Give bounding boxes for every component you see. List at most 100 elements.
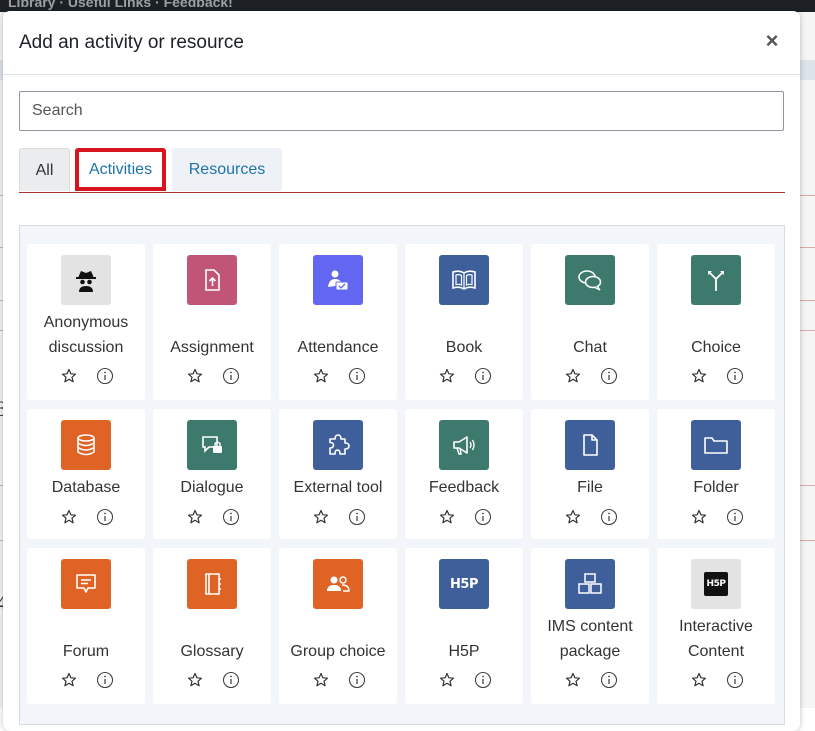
- activity-card-file[interactable]: File: [531, 409, 649, 539]
- activity-name: External tool: [293, 479, 383, 496]
- activity-card-dialogue[interactable]: Dialogue: [153, 409, 271, 539]
- activity-card-anonymous-discussion[interactable]: Anonymous discussion: [27, 244, 145, 400]
- background-nav-text: Library · Useful Links · Feedback!: [8, 0, 233, 10]
- tab-all[interactable]: All: [19, 148, 70, 191]
- activity-name: Forum: [62, 643, 110, 660]
- star-icon[interactable]: [187, 672, 203, 688]
- star-icon[interactable]: [313, 672, 329, 688]
- file-icon: [565, 420, 615, 470]
- star-icon[interactable]: [313, 368, 329, 384]
- info-icon[interactable]: [600, 671, 618, 689]
- book-icon: [439, 255, 489, 305]
- activity-card-h5p[interactable]: H5P H5P: [405, 548, 523, 704]
- activity-name: Group choice: [290, 643, 386, 660]
- h5p-logo-text: H5P: [450, 576, 478, 592]
- h5p-logo-text: H5P: [706, 579, 726, 589]
- star-icon[interactable]: [187, 509, 203, 525]
- info-icon[interactable]: [474, 367, 492, 385]
- star-icon[interactable]: [187, 368, 203, 384]
- close-button[interactable]: ×: [762, 29, 782, 53]
- activity-name: Choice: [691, 339, 741, 356]
- activity-card-folder[interactable]: Folder: [657, 409, 775, 539]
- info-icon[interactable]: [222, 671, 240, 689]
- star-icon[interactable]: [61, 368, 77, 384]
- activity-card-database[interactable]: Database: [27, 409, 145, 539]
- info-icon[interactable]: [222, 508, 240, 526]
- activity-card-chat[interactable]: Chat: [531, 244, 649, 400]
- h5p-icon: H5P: [439, 559, 489, 609]
- info-icon[interactable]: [348, 367, 366, 385]
- activity-name: Database: [51, 479, 121, 496]
- activity-name: Assignment: [170, 339, 254, 356]
- info-icon[interactable]: [600, 367, 618, 385]
- info-icon[interactable]: [96, 671, 114, 689]
- info-icon[interactable]: [96, 367, 114, 385]
- star-icon[interactable]: [61, 672, 77, 688]
- star-icon[interactable]: [565, 672, 581, 688]
- group-icon: [313, 559, 363, 609]
- activity-name: Attendance: [297, 339, 379, 356]
- puzzle-icon: [313, 420, 363, 470]
- activity-card-assignment[interactable]: Assignment: [153, 244, 271, 400]
- info-icon[interactable]: [348, 508, 366, 526]
- star-icon[interactable]: [439, 368, 455, 384]
- tab-activities[interactable]: Activities: [75, 148, 166, 191]
- activity-card-attendance[interactable]: Attendance: [279, 244, 397, 400]
- assignment-upload-icon: [187, 255, 237, 305]
- activity-name: Dialogue: [180, 479, 244, 496]
- activity-card-feedback[interactable]: Feedback: [405, 409, 523, 539]
- activity-card-ims-content-package[interactable]: IMS content package: [531, 548, 649, 704]
- package-boxes-icon: [565, 559, 615, 609]
- info-icon[interactable]: [726, 508, 744, 526]
- star-icon[interactable]: [313, 509, 329, 525]
- activity-name: IMS content package: [547, 618, 633, 660]
- chat-bubbles-icon: [565, 255, 615, 305]
- activity-card-external-tool[interactable]: External tool: [279, 409, 397, 539]
- spy-icon: [61, 255, 111, 305]
- activity-card-group-choice[interactable]: Group choice: [279, 548, 397, 704]
- star-icon[interactable]: [439, 672, 455, 688]
- activity-grid: Anonymous discussion Assignment Attendance…: [19, 225, 785, 725]
- info-icon[interactable]: [726, 367, 744, 385]
- glossary-icon: [187, 559, 237, 609]
- search-input[interactable]: [19, 91, 784, 131]
- info-icon[interactable]: [726, 671, 744, 689]
- h5p-dark-icon: H5P: [691, 559, 741, 609]
- star-icon[interactable]: [61, 509, 77, 525]
- folder-icon: [691, 420, 741, 470]
- info-icon[interactable]: [222, 367, 240, 385]
- forum-icon: [61, 559, 111, 609]
- activity-chooser-modal: Add an activity or resource × All Activi…: [3, 11, 800, 731]
- activity-card-forum[interactable]: Forum: [27, 548, 145, 704]
- star-icon[interactable]: [439, 509, 455, 525]
- info-icon[interactable]: [348, 671, 366, 689]
- activity-name: Glossary: [180, 643, 244, 660]
- star-icon[interactable]: [691, 509, 707, 525]
- tab-resources[interactable]: Resources: [172, 148, 282, 191]
- star-icon[interactable]: [565, 368, 581, 384]
- star-icon[interactable]: [691, 672, 707, 688]
- star-icon[interactable]: [565, 509, 581, 525]
- info-icon[interactable]: [600, 508, 618, 526]
- activity-name: Book: [445, 339, 483, 356]
- attendance-icon: [313, 255, 363, 305]
- megaphone-icon: [439, 420, 489, 470]
- dialogue-lock-icon: [187, 420, 237, 470]
- activity-name: Chat: [573, 339, 607, 356]
- activity-card-choice[interactable]: Choice: [657, 244, 775, 400]
- activity-name: Anonymous discussion: [43, 314, 129, 356]
- star-icon[interactable]: [691, 368, 707, 384]
- tab-bar: All Activities Resources: [19, 148, 785, 193]
- activity-name: H5P: [448, 643, 480, 660]
- activity-card-interactive-content[interactable]: H5P Interactive Content: [657, 548, 775, 704]
- activity-name: Feedback: [428, 479, 500, 496]
- modal-header: Add an activity or resource ×: [3, 11, 800, 75]
- info-icon[interactable]: [474, 508, 492, 526]
- activity-card-book[interactable]: Book: [405, 244, 523, 400]
- activity-name: Folder: [693, 479, 739, 496]
- info-icon[interactable]: [96, 508, 114, 526]
- signpost-icon: [691, 255, 741, 305]
- activity-card-glossary[interactable]: Glossary: [153, 548, 271, 704]
- activity-name: Interactive Content: [679, 618, 753, 660]
- info-icon[interactable]: [474, 671, 492, 689]
